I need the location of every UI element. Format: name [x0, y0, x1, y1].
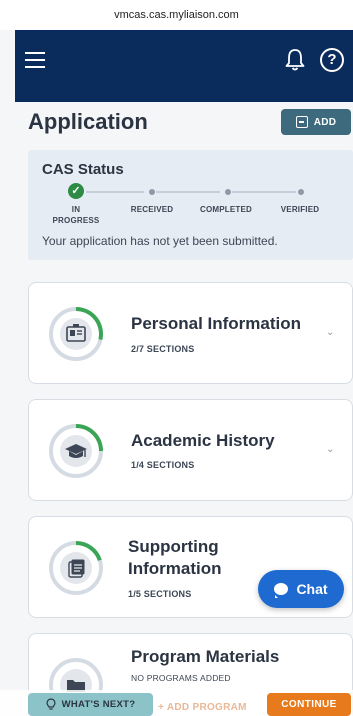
card-subtitle: 2/7 SECTIONS — [131, 344, 195, 354]
bell-icon[interactable] — [283, 47, 307, 73]
add-button-label: ADD — [313, 116, 337, 128]
progress-ring — [49, 307, 103, 361]
status-step-label: IN PROGRESS — [52, 205, 100, 225]
status-step-label: COMPLETED — [199, 205, 253, 214]
graduation-cap-icon — [60, 435, 92, 467]
hamburger-icon[interactable] — [25, 52, 45, 68]
add-program-button[interactable]: + ADD PROGRAM — [158, 702, 247, 713]
chevron-down-icon[interactable]: ⌄ — [326, 444, 334, 455]
progress-ring — [49, 424, 103, 478]
page-title: Application — [28, 109, 148, 134]
documents-icon — [60, 552, 92, 584]
card-subtitle: 1/4 SECTIONS — [131, 460, 195, 470]
status-track — [156, 191, 220, 193]
section-card-personal-information[interactable]: Personal Information 2/7 SECTIONS ⌄ — [28, 282, 353, 384]
card-title: Personal Information — [131, 314, 302, 333]
card-title: Program Materials — [131, 647, 280, 666]
status-track — [86, 191, 144, 193]
top-navigation-bar: ? — [15, 30, 353, 102]
cas-status-title: CAS Status — [42, 161, 124, 178]
lightbulb-icon — [46, 698, 56, 710]
card-title: Academic History — [131, 431, 275, 450]
chat-bubble-icon — [274, 583, 289, 598]
section-card-academic-history[interactable]: Academic History 1/4 SECTIONS ⌄ — [28, 399, 353, 501]
status-step-label: RECEIVED — [130, 205, 174, 214]
card-title: Supporting Information — [128, 537, 222, 578]
id-card-icon — [60, 318, 92, 350]
help-icon[interactable]: ? — [320, 48, 344, 72]
chat-button-label: Chat — [296, 581, 328, 597]
whats-next-label: WHAT'S NEXT? — [61, 699, 136, 710]
chat-button[interactable]: Chat — [258, 570, 344, 608]
status-complete-check-icon: ✓ — [68, 183, 84, 199]
card-subtitle: NO PROGRAMS ADDED — [131, 673, 231, 683]
status-step-dot — [225, 189, 231, 195]
card-subtitle: 1/5 SECTIONS — [128, 589, 192, 599]
whats-next-button[interactable]: WHAT'S NEXT? — [28, 693, 153, 716]
browser-url-bar[interactable]: vmcas.cas.myliaison.com — [0, 0, 353, 30]
status-step-dot — [149, 189, 155, 195]
status-step-label: VERIFIED — [280, 205, 320, 214]
add-button[interactable]: ADD — [281, 109, 351, 135]
chevron-down-icon[interactable]: ⌄ — [326, 327, 334, 338]
cas-status-panel: CAS Status ✓ IN PROGRESS RECEIVED COMPLET… — [28, 150, 353, 260]
status-step-dot — [298, 189, 304, 195]
status-track — [232, 191, 296, 193]
continue-button[interactable]: CONTINUE — [267, 693, 351, 716]
progress-ring — [49, 541, 103, 595]
add-document-icon — [295, 116, 308, 128]
cas-status-message: Your application has not yet been submit… — [42, 234, 278, 248]
